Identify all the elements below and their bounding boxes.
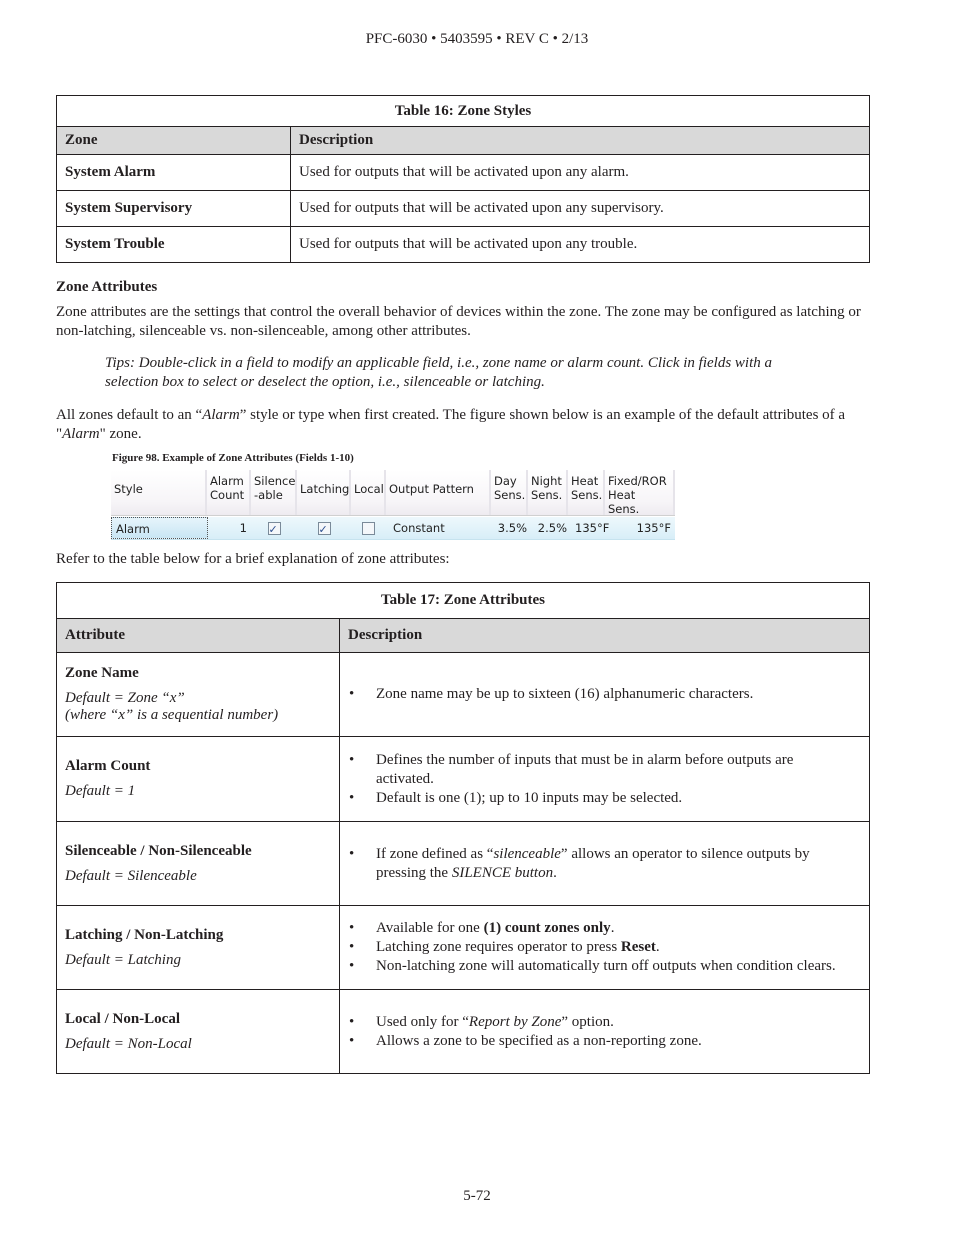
column-header[interactable]: Day Sens.	[491, 470, 528, 515]
table-row: System Supervisory Used for outputs that…	[56, 190, 870, 227]
attribute-cell: Alarm Count Default = 1	[56, 736, 340, 822]
table-zone-styles: Table 16: Zone Styles Zone Description S…	[56, 95, 870, 263]
night-sens-cell[interactable]: 2.5%	[531, 517, 571, 539]
attribute-cell: Local / Non-Local Default = Non-Local	[56, 989, 340, 1074]
day-sens-cell[interactable]: 3.5%	[491, 517, 531, 539]
section-heading: Zone Attributes	[56, 279, 158, 295]
table-row: Local / Non-Local Default = Non-Local Us…	[56, 989, 870, 1074]
output-pattern-cell[interactable]: Constant	[389, 517, 491, 539]
figure-caption: Figure 98. Example of Zone Attributes (F…	[112, 452, 354, 464]
table-caption: Table 17: Zone Attributes	[56, 582, 870, 619]
body-paragraph: Zone attributes are the settings that co…	[56, 304, 861, 339]
zone-name: System Trouble	[56, 226, 291, 263]
grid-header: Style Alarm Count Silence -able Latching…	[111, 470, 675, 516]
table-row: System Alarm Used for outputs that will …	[56, 154, 870, 191]
column-header[interactable]: Alarm Count	[207, 470, 251, 515]
description-bullet: Non-latching zone will automatically tur…	[340, 957, 869, 976]
local-checkbox[interactable]	[362, 522, 375, 535]
attribute-default: Default = Zone “x”	[65, 690, 185, 706]
attribute-name: Local / Non-Local	[65, 1010, 180, 1027]
column-header: Description	[339, 618, 870, 653]
zone-name: System Supervisory	[56, 190, 291, 227]
silenceable-cell[interactable]	[251, 517, 297, 541]
grid-row[interactable]: Alarm 1 Constant 3.5% 2.5% 135°F 135°F	[111, 517, 675, 541]
page-header: PFC-6030 • 5403595 • REV C • 2/13	[365, 31, 589, 47]
attribute-name: Alarm Count	[65, 758, 151, 774]
attribute-default-note: (where “x” is a sequential number)	[65, 707, 279, 723]
attribute-cell: Silenceable / Non-Silenceable Default = …	[56, 821, 340, 906]
table-row: Zone Name Default = Zone “x” (where “x” …	[56, 652, 870, 737]
zone-attributes-grid: Style Alarm Count Silence -able Latching…	[111, 470, 675, 541]
table-row: Latching / Non-Latching Default = Latchi…	[56, 905, 870, 990]
zone-description: Used for outputs that will be activated …	[290, 226, 870, 263]
attribute-default: Default = Latching	[65, 951, 181, 968]
zone-name: System Alarm	[56, 154, 291, 191]
fixed-ror-heat-sens-cell[interactable]: 135°F	[611, 517, 675, 539]
description-bullet: Latching zone requires operator to press…	[340, 938, 869, 957]
latching-checkbox[interactable]	[317, 519, 331, 541]
attribute-cell: Latching / Non-Latching Default = Latchi…	[56, 905, 340, 990]
attribute-default: Default = Silenceable	[65, 867, 197, 884]
description-bullet: Used only for “Report by Zone” option.	[340, 1013, 869, 1032]
alarm-count-cell[interactable]: 1	[207, 517, 251, 539]
description-cell: Used only for “Report by Zone” option. A…	[339, 989, 870, 1074]
table-zone-attributes: Table 17: Zone Attributes Attribute Desc…	[56, 582, 870, 1074]
description-bullet: Available for one (1) count zones only.	[340, 919, 869, 938]
heat-sens-cell[interactable]: 135°F	[571, 517, 611, 539]
table-row: Silenceable / Non-Silenceable Default = …	[56, 821, 870, 906]
column-header[interactable]: Latching	[297, 470, 351, 515]
zone-description: Used for outputs that will be activated …	[290, 154, 870, 191]
column-header: Zone	[56, 126, 291, 155]
description-cell: Zone name may be up to sixteen (16) alph…	[339, 652, 870, 737]
zone-description: Used for outputs that will be activated …	[290, 190, 870, 227]
page-number: 5-72	[463, 1188, 491, 1204]
description-bullet: Defines the number of inputs that must b…	[340, 751, 810, 789]
attribute-default: Default = Non-Local	[65, 1035, 192, 1052]
tips-paragraph: Tips: Double-click in a field to modify …	[105, 355, 772, 390]
local-cell[interactable]	[351, 517, 386, 539]
table-caption: Table 16: Zone Styles	[56, 95, 870, 127]
attribute-cell: Zone Name Default = Zone “x” (where “x” …	[56, 652, 340, 737]
attribute-name: Silenceable / Non-Silenceable	[65, 842, 252, 859]
table-row: Alarm Count Default = 1 Defines the numb…	[56, 736, 870, 822]
attribute-name: Zone Name	[65, 665, 139, 681]
column-header: Attribute	[56, 618, 340, 653]
description-cell: If zone defined as “silenceable” allows …	[339, 821, 870, 906]
column-header[interactable]: Fixed/ROR Heat Sens.	[605, 470, 675, 516]
column-header[interactable]: Heat Sens.	[568, 470, 605, 515]
description-bullet: Zone name may be up to sixteen (16) alph…	[340, 685, 869, 704]
latching-cell[interactable]	[297, 517, 351, 541]
description-cell: Defines the number of inputs that must b…	[339, 736, 870, 822]
description-bullet: If zone defined as “silenceable” allows …	[340, 845, 830, 883]
column-header[interactable]: Output Pattern	[386, 470, 491, 515]
column-header[interactable]: Style	[111, 470, 207, 515]
attribute-name: Latching / Non-Latching	[65, 926, 224, 943]
body-paragraph: All zones default to an “Alarm” style or…	[56, 407, 846, 442]
description-bullet: Allows a zone to be specified as a non-r…	[340, 1032, 869, 1051]
body-paragraph: Refer to the table below for a brief exp…	[56, 551, 450, 567]
silenceable-checkbox[interactable]	[267, 519, 281, 541]
column-header[interactable]: Silence -able	[251, 470, 297, 515]
attribute-default: Default = 1	[65, 783, 136, 799]
style-cell[interactable]: Alarm	[111, 517, 208, 539]
column-header[interactable]: Local	[351, 470, 386, 515]
column-header[interactable]: Night Sens.	[528, 470, 568, 515]
table-row: System Trouble Used for outputs that wil…	[56, 226, 870, 263]
description-bullet: Default is one (1); up to 10 inputs may …	[340, 789, 810, 808]
column-header: Description	[290, 126, 870, 155]
description-cell: Available for one (1) count zones only. …	[339, 905, 870, 990]
